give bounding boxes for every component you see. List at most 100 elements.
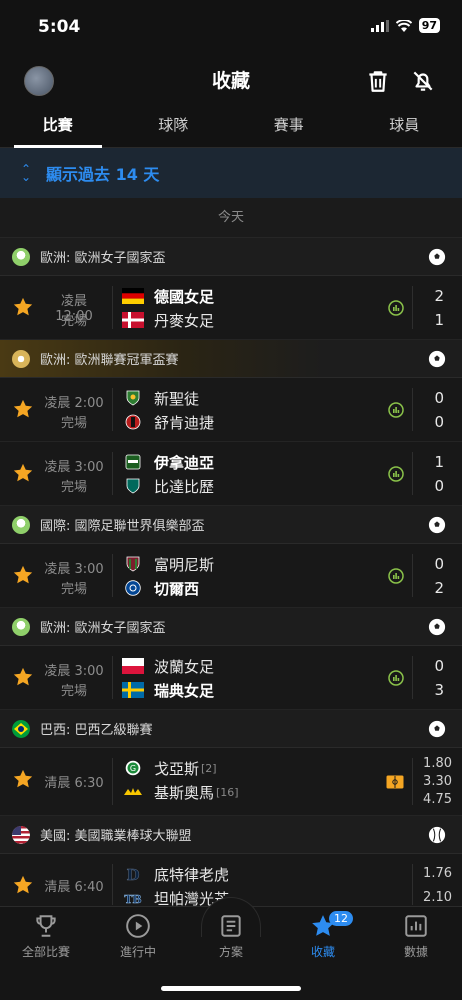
home-team-name: 德國女足	[154, 287, 215, 306]
page-title: 收藏	[211, 70, 250, 92]
plan-icon	[221, 915, 241, 937]
league-header[interactable]: 國際: 國際足聯世界俱樂部盃	[0, 506, 462, 544]
away-score: 0	[434, 477, 444, 495]
svg-text:TB: TB	[124, 893, 141, 906]
home-team: 波蘭女足	[122, 655, 214, 677]
away-team-name: 舒肯迪捷	[154, 413, 215, 432]
match-row[interactable]: 凌晨 3:00 完場 波蘭女足 瑞典女足 0 3	[0, 646, 462, 710]
divider	[412, 452, 413, 495]
football-icon	[428, 618, 446, 636]
match-row[interactable]: 凌晨 12:00 完場 德國女足 丹麥女足 2 1	[0, 276, 462, 340]
nav-label: 全部比賽	[21, 945, 70, 959]
star-icon[interactable]	[12, 398, 34, 420]
home-team: 新聖徒	[122, 387, 199, 409]
home-team-name: 新聖徒	[154, 389, 200, 408]
tab-teams[interactable]: 球隊	[116, 104, 232, 147]
nav-label: 方案	[218, 945, 243, 959]
match-status: 完場	[60, 480, 87, 495]
home-score: 0	[434, 555, 444, 573]
away-team: 切爾西	[122, 577, 199, 599]
stats-icon[interactable]	[388, 466, 404, 482]
away-score: 2	[434, 579, 444, 597]
away-score: 3	[434, 681, 444, 699]
team-crest-icon	[126, 390, 140, 406]
germany-flag-icon	[122, 288, 144, 304]
team-crest-icon: TB	[124, 893, 142, 906]
league-header[interactable]: 歐洲: 歐洲聯賽冠軍盃賽	[0, 340, 462, 378]
tab-matches[interactable]: 比賽	[0, 104, 116, 148]
divider	[412, 758, 413, 805]
league-header[interactable]: 歐洲: 歐洲女子國家盃	[0, 238, 462, 276]
nav-plans[interactable]: 方案	[185, 913, 277, 960]
away-team: 舒肯迪捷	[122, 411, 214, 433]
odds-home: 1.80	[423, 756, 452, 771]
match-row[interactable]: 清晨 6:30 G 戈亞斯 [2] 基斯奧馬 [16] 1.80 3.30 4.…	[0, 748, 462, 816]
home-team-name: 伊拿迪亞	[154, 453, 215, 472]
stats-icon[interactable]	[388, 402, 404, 418]
globe-icon	[12, 515, 30, 534]
tab-competitions[interactable]: 賽事	[231, 104, 347, 147]
home-indicator[interactable]	[161, 986, 301, 991]
battery-indicator: 97	[418, 18, 440, 33]
status-icons: 97	[370, 18, 440, 33]
divider	[112, 452, 113, 495]
odds-draw: 3.30	[423, 774, 452, 789]
star-icon[interactable]	[12, 874, 34, 896]
match-row[interactable]: 凌晨 3:00 完場 富明尼斯 切爾西 0 2	[0, 544, 462, 608]
trophy-icon	[36, 915, 56, 937]
stats-icon[interactable]	[388, 300, 404, 316]
nav-label: 進行中	[119, 945, 156, 959]
live-field-icon[interactable]	[386, 774, 404, 790]
bell-off-icon[interactable]	[410, 68, 436, 94]
football-icon	[428, 350, 446, 368]
usa-flag-icon	[12, 825, 30, 844]
home-team-name: 底特律老虎	[154, 865, 230, 884]
league-header[interactable]: 美國: 美國職業棒球大聯盟	[0, 816, 462, 854]
poland-flag-icon	[122, 658, 144, 674]
league-name: 巴西: 巴西乙級聯賽	[40, 723, 153, 738]
date-section-header: 今天	[0, 198, 462, 238]
show-past-days-button[interactable]: ⌃ ⌄ 顯示過去 14 天	[0, 148, 462, 198]
expand-chevron-icon: ⌃ ⌄	[20, 162, 32, 184]
star-icon[interactable]	[12, 564, 34, 586]
nav-label: 數據	[403, 945, 428, 959]
divider	[112, 554, 113, 597]
home-team-rank: [2]	[201, 761, 217, 775]
match-time: 清晨 6:40	[44, 880, 104, 895]
away-team-rank: [16]	[216, 785, 239, 799]
match-list: 歐洲: 歐洲女子國家盃 凌晨 12:00 完場 德國女足 丹麥女足 2 1 歐洲…	[0, 238, 462, 916]
nav-all-matches[interactable]: 全部比賽	[0, 913, 92, 960]
divider	[112, 286, 113, 329]
home-team-name: 富明尼斯	[154, 555, 215, 574]
status-time: 5:04	[38, 17, 81, 37]
stats-icon[interactable]	[388, 568, 404, 584]
tab-players[interactable]: 球員	[347, 104, 462, 147]
home-team: 伊拿迪亞	[122, 451, 214, 473]
football-icon	[428, 720, 446, 738]
away-team-name: 基斯奧馬	[154, 783, 215, 802]
home-score: 0	[434, 657, 444, 675]
home-score: 0	[434, 389, 444, 407]
home-team: D 底特律老虎	[122, 863, 229, 885]
nav-favorites[interactable]: 12 收藏	[277, 911, 369, 960]
home-team-name: 戈亞斯	[154, 759, 200, 778]
nav-stats[interactable]: 數據	[370, 913, 462, 960]
team-crest-icon: D	[126, 866, 140, 882]
nav-live[interactable]: 進行中	[92, 913, 184, 960]
match-row[interactable]: 凌晨 2:00 完場 新聖徒 舒肯迪捷 0 0	[0, 378, 462, 442]
league-header[interactable]: 歐洲: 歐洲女子國家盃	[0, 608, 462, 646]
league-header[interactable]: 巴西: 巴西乙級聯賽	[0, 710, 462, 748]
team-crest-icon	[125, 414, 141, 430]
play-icon	[126, 914, 150, 938]
trash-icon[interactable]	[365, 68, 391, 94]
star-icon[interactable]	[12, 768, 34, 790]
star-icon[interactable]	[12, 296, 34, 318]
match-row[interactable]: 凌晨 3:00 完場 伊拿迪亞 比達比歷 1 0	[0, 442, 462, 506]
match-time: 清晨 6:30	[44, 776, 104, 791]
wifi-icon	[395, 19, 412, 32]
europe-icon	[12, 349, 30, 368]
star-icon[interactable]	[12, 666, 34, 688]
star-icon[interactable]	[12, 462, 34, 484]
stats-icon[interactable]	[388, 670, 404, 686]
signal-icon	[370, 19, 389, 32]
